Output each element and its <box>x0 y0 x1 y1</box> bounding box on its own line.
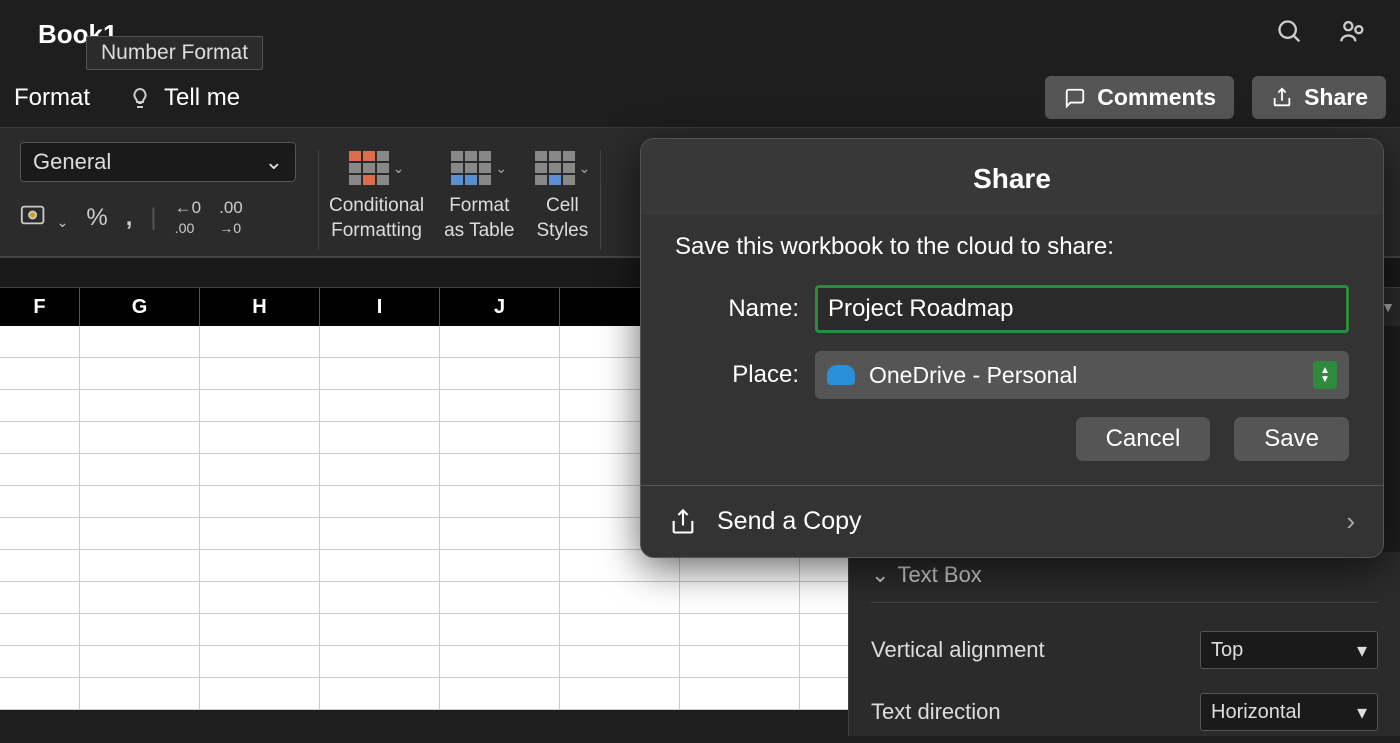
cancel-button[interactable]: Cancel <box>1076 417 1211 461</box>
share-subtitle: Save this workbook to the cloud to share… <box>675 233 1349 261</box>
accounting-format-button[interactable]: ⌄ <box>20 203 68 234</box>
conditional-formatting-icon <box>349 151 389 185</box>
cell-styles-button[interactable]: ⌄ CellStyles <box>535 146 591 243</box>
share-popover-title: Share <box>641 139 1383 215</box>
increase-decimal-button[interactable]: .00→0 <box>219 198 243 238</box>
column-header[interactable]: H <box>200 288 320 326</box>
share-button[interactable]: Share <box>1252 76 1386 119</box>
vertical-alignment-label: Vertical alignment <box>871 637 1045 663</box>
number-format-tooltip: Number Format <box>86 36 263 70</box>
conditional-formatting-button[interactable]: ⌄ ConditionalFormatting <box>329 146 424 243</box>
share-popover: Share Save this workbook to the cloud to… <box>640 138 1384 558</box>
number-format-dropdown[interactable]: General ⌄ <box>20 142 296 182</box>
share-icon <box>1270 87 1294 109</box>
chevron-down-icon: ⌄ <box>495 159 507 177</box>
menu-format[interactable]: Format <box>0 76 104 120</box>
tell-me-search[interactable]: Tell me <box>128 84 240 112</box>
send-a-copy-row[interactable]: Send a Copy › <box>641 485 1383 557</box>
caret-down-icon: ▾ <box>1357 638 1367 663</box>
titlebar: Book1 Number Format <box>0 0 1400 68</box>
percent-format-button[interactable]: % <box>86 204 107 232</box>
text-box-section-toggle[interactable]: ⌄ Text Box <box>871 556 1378 603</box>
table-icon <box>451 151 491 185</box>
chevron-down-icon: ⌄ <box>579 159 591 177</box>
save-location-dropdown[interactable]: OneDrive - Personal ▲▼ <box>815 351 1349 399</box>
chevron-right-icon: › <box>1346 506 1355 537</box>
chevron-down-icon: ⌄ <box>265 149 283 175</box>
people-icon[interactable] <box>1338 18 1368 51</box>
caret-down-icon: ▾ <box>1357 700 1367 725</box>
chevron-down-icon: ⌄ <box>871 562 889 588</box>
workbook-name-input[interactable] <box>815 285 1349 333</box>
column-header[interactable]: J <box>440 288 560 326</box>
vertical-alignment-dropdown[interactable]: Top ▾ <box>1200 631 1378 669</box>
comment-icon <box>1063 87 1087 109</box>
menubar: Format Tell me Comments Share <box>0 68 1400 128</box>
search-icon[interactable] <box>1276 18 1304 51</box>
column-header[interactable]: I <box>320 288 440 326</box>
text-direction-label: Text direction <box>871 699 1001 725</box>
comments-button[interactable]: Comments <box>1045 76 1234 119</box>
column-header[interactable]: G <box>80 288 200 326</box>
comma-format-button[interactable]: , <box>126 204 133 232</box>
format-shape-panel: ⌄ Text Box Vertical alignment Top ▾ Text… <box>848 552 1400 736</box>
place-label: Place: <box>675 361 815 389</box>
column-header[interactable]: F <box>0 288 80 326</box>
save-button[interactable]: Save <box>1234 417 1349 461</box>
chevron-down-icon: ⌄ <box>393 159 405 177</box>
format-as-table-button[interactable]: ⌄ Formatas Table <box>444 146 514 243</box>
decrease-decimal-button[interactable]: ←0.00 <box>175 198 201 238</box>
name-label: Name: <box>675 295 815 323</box>
updown-chevron-icon: ▲▼ <box>1313 361 1337 389</box>
onedrive-icon <box>827 365 855 385</box>
lightbulb-icon <box>128 84 152 112</box>
share-up-icon <box>669 507 697 537</box>
text-direction-dropdown[interactable]: Horizontal ▾ <box>1200 693 1378 731</box>
cell-styles-icon <box>535 151 575 185</box>
